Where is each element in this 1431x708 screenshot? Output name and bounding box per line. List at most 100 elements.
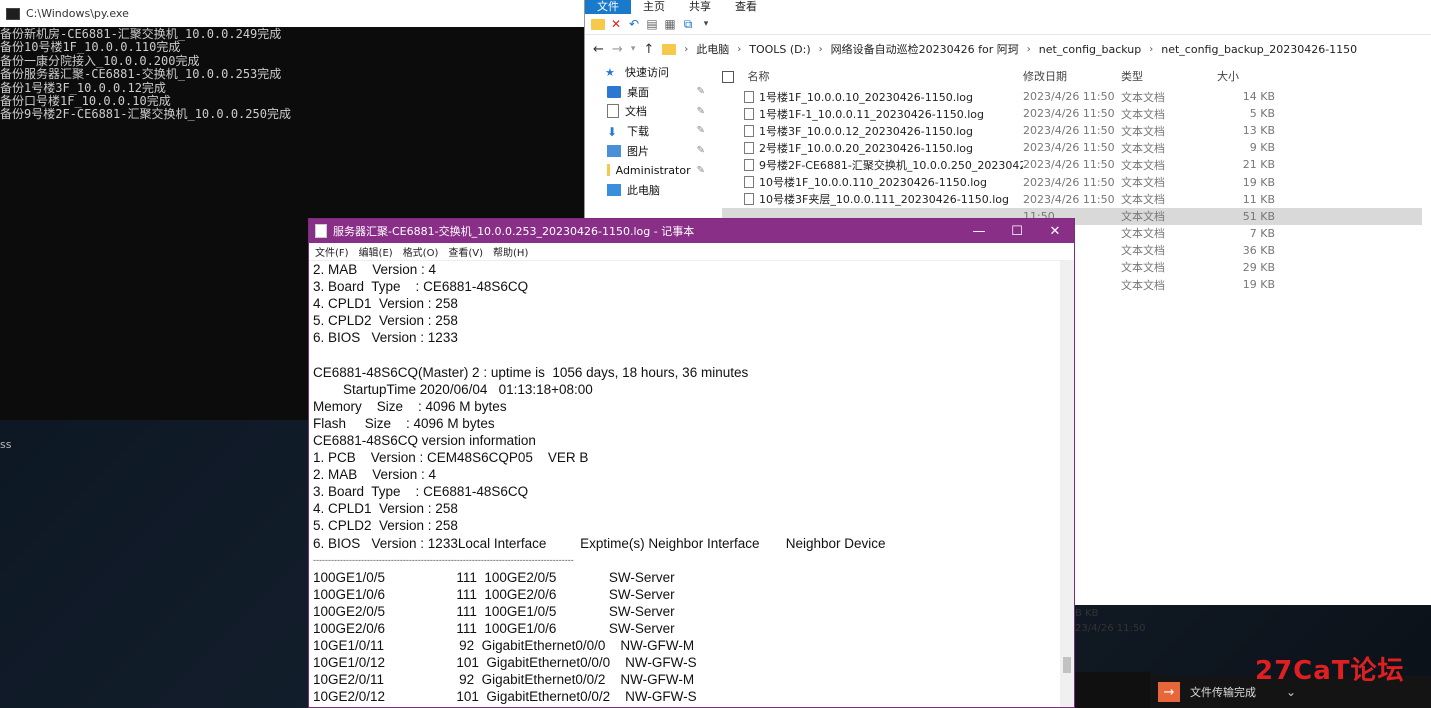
file-name: 1号楼3F_10.0.0.12_20230426-1150.log <box>759 124 974 138</box>
address-bar[interactable]: ← → ▾ ↑ › 此电脑 › TOOLS (D:) › 网络设备自动巡检202… <box>585 35 1431 63</box>
breadcrumb-item[interactable]: 此电脑 <box>696 41 729 57</box>
menu-edit[interactable]: 编辑(E) <box>359 244 393 259</box>
nav-quick-access[interactable]: ★ 快速访问 <box>585 62 713 82</box>
tab-share[interactable]: 共享 <box>677 0 723 14</box>
forum-watermark: 27CaT论坛 <box>1255 656 1405 686</box>
nav-label: 此电脑 <box>627 183 660 197</box>
tab-view[interactable]: 查看 <box>723 0 769 14</box>
nav-this-pc[interactable]: 此电脑 <box>585 180 713 200</box>
console-line: 备份9号楼2F-CE6881-汇聚交换机_10.0.0.250完成 <box>0 107 291 122</box>
nav-label: 下载 <box>627 124 649 138</box>
transfer-arrow-icon: → <box>1158 682 1180 702</box>
minimize-icon[interactable]: — <box>960 224 998 239</box>
column-header-date[interactable]: 修改日期 <box>1023 68 1121 84</box>
download-icon: ⬇ <box>607 124 618 139</box>
close-icon[interactable]: ✕ <box>1036 224 1074 239</box>
customize-toolbar-icon[interactable]: ▾ <box>699 17 713 31</box>
folder-icon[interactable] <box>591 17 605 31</box>
console-titlebar[interactable]: C:\Windows\py.exe <box>0 0 600 27</box>
breadcrumb-item[interactable]: TOOLS (D:) <box>749 43 810 56</box>
desktop-text-fragment: ss <box>0 438 12 451</box>
text-file-icon <box>744 193 754 206</box>
column-header-name[interactable]: 名称 <box>722 68 1023 84</box>
undo-icon[interactable]: ↶ <box>627 17 641 31</box>
documents-icon <box>607 104 619 119</box>
console-title: C:\Windows\py.exe <box>26 7 129 20</box>
column-header-type[interactable]: 类型 <box>1121 68 1217 84</box>
breadcrumb-item[interactable]: net_config_backup <box>1039 43 1141 56</box>
forward-arrow-icon[interactable]: → <box>612 42 623 57</box>
file-date-cell: 2023/4/26 11:50 <box>1023 90 1115 104</box>
file-size-cell: 14 KB <box>1242 90 1275 104</box>
quick-access-toolbar: ✕ ↶ ▤ ▦ ⧉ ▾ <box>585 14 1431 35</box>
up-arrow-icon[interactable]: ↑ <box>643 42 654 57</box>
vertical-scrollbar[interactable] <box>1060 261 1074 707</box>
file-row[interactable]: 1号楼1F-1_10.0.0.11_20230426-1150.log 2023/… <box>722 105 1422 122</box>
pin-icon[interactable]: ✎ <box>697 145 705 156</box>
detail-date: 23/4/26 11:50 <box>1075 623 1146 634</box>
notepad-line: 100GE1/0/6 111 100GE2/0/6 SW-Server <box>313 586 675 602</box>
file-name: 10号楼3F夹层_10.0.0.111_20230426-1150.log <box>759 193 1010 207</box>
navigation-pane: ★ 快速访问 桌面 ✎ 文档 ✎ ⬇ 下载 ✎ 图片 ✎ Administrat… <box>585 62 713 222</box>
file-row[interactable]: 10号楼3F夹层_10.0.0.111_20230426-1150.log 202… <box>722 191 1422 208</box>
chevron-down-icon[interactable]: ⌄ <box>1286 685 1296 699</box>
file-type-cell: 文本文档 <box>1121 244 1165 258</box>
details-pane: B KB 23/4/26 11:50 <box>1075 608 1146 634</box>
maximize-icon[interactable]: ☐ <box>998 224 1036 239</box>
layout-icon[interactable]: ▤ <box>645 17 659 31</box>
nav-label: 图片 <box>627 144 649 158</box>
pin-icon[interactable]: ✎ <box>697 125 705 136</box>
file-row[interactable]: 1号楼3F_10.0.0.12_20230426-1150.log 2023/4/… <box>722 122 1422 139</box>
nav-administrator[interactable]: Administrator ✎ <box>585 160 713 180</box>
notepad-window[interactable]: 服务器汇聚-CE6881-交换机_10.0.0.253_20230426-115… <box>308 218 1075 708</box>
nav-downloads[interactable]: ⬇ 下载 ✎ <box>585 121 713 141</box>
pin-icon[interactable]: ✎ <box>697 106 705 117</box>
file-type-cell: 文本文档 <box>1121 261 1165 275</box>
notepad-text-area[interactable]: 2. MAB Version : 4 3. Board Type : CE6881… <box>313 261 1060 707</box>
nav-documents[interactable]: 文档 ✎ <box>585 101 713 121</box>
menu-help[interactable]: 帮助(H) <box>493 244 528 259</box>
menu-view[interactable]: 查看(V) <box>448 244 483 259</box>
file-size-cell: 36 KB <box>1242 243 1275 257</box>
file-name: 1号楼1F-1_10.0.0.11_20230426-1150.log <box>759 107 984 121</box>
column-header-size[interactable]: 大小 <box>1217 68 1275 84</box>
breadcrumb-item[interactable]: 网络设备自动巡检20230426 for 阿珂 <box>831 41 1019 57</box>
chevron-right-icon: › <box>737 43 742 55</box>
file-type-cell: 文本文档 <box>1121 193 1165 207</box>
back-arrow-icon[interactable]: ← <box>593 42 604 57</box>
notepad-line: 3. Board Type : CE6881-48S6CQ <box>313 484 529 500</box>
file-type-cell: 文本文档 <box>1121 141 1165 155</box>
breadcrumb-item[interactable]: net_config_backup_20230426-1150 <box>1161 43 1357 56</box>
file-row[interactable]: 9号楼2F-CE6881-汇聚交换机_10.0.0.250_20230426-.… <box>722 156 1422 173</box>
menu-format[interactable]: 格式(O) <box>403 244 439 259</box>
notepad-line: 2. MAB Version : 4 <box>313 262 437 277</box>
notepad-titlebar[interactable]: 服务器汇聚-CE6881-交换机_10.0.0.253_20230426-115… <box>309 219 1074 243</box>
chevron-right-icon: › <box>818 43 823 55</box>
copy-path-icon[interactable]: ⧉ <box>681 17 695 31</box>
pin-icon[interactable]: ✎ <box>697 86 705 97</box>
nav-pictures[interactable]: 图片 ✎ <box>585 141 713 161</box>
select-all-checkbox[interactable] <box>722 71 734 83</box>
notepad-line: Memory Size : 4096 M bytes <box>313 398 507 414</box>
nav-desktop[interactable]: 桌面 ✎ <box>585 82 713 102</box>
menu-file[interactable]: 文件(F) <box>315 244 349 259</box>
file-row[interactable]: 10号楼1F_10.0.0.110_20230426-1150.log 2023/… <box>722 173 1422 190</box>
desktop-icon <box>607 85 621 98</box>
details-view-icon[interactable]: ▦ <box>663 17 677 31</box>
file-row[interactable]: 2号楼1F_10.0.0.20_20230426-1150.log 2023/4/… <box>722 139 1422 156</box>
file-row[interactable]: 1号楼1F_10.0.0.10_20230426-1150.log 2023/4/… <box>722 88 1422 105</box>
file-name-cell: 1号楼1F-1_10.0.0.11_20230426-1150.log <box>722 106 1023 122</box>
nav-label: Administrator <box>615 163 691 177</box>
recent-dropdown-icon[interactable]: ▾ <box>631 44 636 54</box>
pin-icon[interactable]: ✎ <box>697 165 705 176</box>
notepad-menubar: 文件(F) 编辑(E) 格式(O) 查看(V) 帮助(H) <box>309 243 1074 261</box>
notepad-line: 10GE1/0/12 101 GigabitEthernet0/0/0 NW-G… <box>313 655 697 671</box>
scrollbar-thumb[interactable] <box>1063 657 1071 673</box>
delete-icon[interactable]: ✕ <box>609 17 623 31</box>
file-name: 2号楼1F_10.0.0.20_20230426-1150.log <box>759 141 974 155</box>
file-type-cell: 文本文档 <box>1121 210 1165 224</box>
tab-home[interactable]: 主页 <box>631 0 677 14</box>
file-date-cell: 2023/4/26 11:50 <box>1023 107 1115 121</box>
text-file-icon <box>744 176 754 189</box>
tab-file[interactable]: 文件 <box>585 0 631 14</box>
